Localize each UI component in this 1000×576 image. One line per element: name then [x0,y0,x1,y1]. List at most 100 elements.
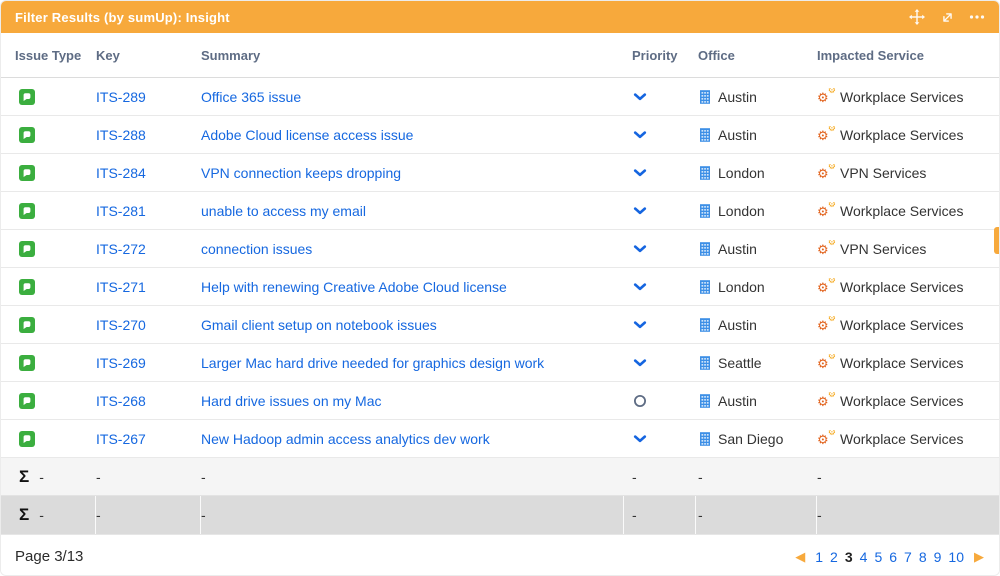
service-gears-icon: ⚙⚙ [817,278,836,295]
titlebar-actions [908,8,985,26]
sum-row-total: Σ - - - - - - [1,496,999,534]
column-header-impacted-service[interactable]: Impacted Service [817,48,999,63]
impacted-service-name: Workplace Services [840,279,963,295]
issue-key-link[interactable]: ITS-284 [96,165,146,181]
issue-key-link[interactable]: ITS-272 [96,241,146,257]
sum-office: - [698,507,703,523]
table-row: ITS-271 Help with renewing Creative Adob… [1,268,999,306]
column-header-key[interactable]: Key [96,48,201,63]
table-row: ITS-289 Office 365 issue Austin ⚙⚙ Wor [1,78,999,116]
pagination-page[interactable]: 9 [934,549,942,565]
service-request-icon [19,355,35,371]
service-gears-icon: ⚙⚙ [817,88,836,105]
table-row: ITS-281 unable to access my email London… [1,192,999,230]
impacted-service-name: Workplace Services [840,317,963,333]
sigma-symbol: Σ [19,467,29,487]
service-gears-icon: ⚙⚙ [817,202,836,219]
issue-summary-link[interactable]: connection issues [201,241,312,257]
service-request-icon [19,89,35,105]
pagination-page[interactable]: 10 [948,549,964,565]
pagination-next-button[interactable]: ▶ [971,550,987,563]
table-row: ITS-270 Gmail client setup on notebook i… [1,306,999,344]
priority-low-icon [632,355,648,371]
issue-summary-link[interactable]: VPN connection keeps dropping [201,165,401,181]
filter-results-gadget: Filter Results (by sumUp): Insight [0,0,1000,576]
pagination-prev-button[interactable]: ◀ [792,550,808,563]
priority-low-icon [632,279,648,295]
service-request-icon [19,431,35,447]
issue-key-link[interactable]: ITS-288 [96,127,146,143]
office-building-icon [698,431,712,447]
priority-low-icon [632,89,648,105]
issue-key-link[interactable]: ITS-268 [96,393,146,409]
issue-summary-link[interactable]: Gmail client setup on notebook issues [201,317,437,333]
issue-summary-link[interactable]: Help with renewing Creative Adobe Cloud … [201,279,507,295]
gadget-footer: Page 3/13 ◀ 123456789 10 ▶ [1,534,999,576]
pagination: ◀ 123456789 10 ▶ [792,549,987,565]
office-name: Austin [718,89,757,105]
issue-key-link[interactable]: ITS-269 [96,355,146,371]
table-row: ITS-268 Hard drive issues on my Mac Aust… [1,382,999,420]
issue-key-link[interactable]: ITS-271 [96,279,146,295]
more-options-icon[interactable] [969,9,985,25]
issue-key-link[interactable]: ITS-281 [96,203,146,219]
sum-summary: - [201,507,206,523]
gadget-titlebar: Filter Results (by sumUp): Insight [1,1,999,33]
pagination-page[interactable]: 1 [815,549,823,565]
column-header-priority[interactable]: Priority [624,48,696,63]
sum-issue-type: - [39,469,44,485]
sum-key: - [96,469,101,485]
sum-issue-type: - [39,507,44,523]
table-row: ITS-284 VPN connection keeps dropping Lo… [1,154,999,192]
service-gears-icon: ⚙⚙ [817,126,836,143]
issue-summary-link[interactable]: Adobe Cloud license access issue [201,127,413,143]
impacted-service-name: Workplace Services [840,203,963,219]
issue-summary-link[interactable]: New Hadoop admin access analytics dev wo… [201,431,490,447]
priority-low-icon [632,165,648,181]
service-request-icon [19,279,35,295]
scrollbar-thumb[interactable] [994,227,999,254]
impacted-service-name: Workplace Services [840,89,963,105]
column-header-issue-type[interactable]: Issue Type [1,48,96,63]
pagination-page-current[interactable]: 3 [845,549,853,565]
sum-key: - [96,507,101,523]
office-building-icon [698,127,712,143]
priority-none-icon [632,393,648,409]
office-building-icon [698,89,712,105]
office-name: San Diego [718,431,783,447]
issue-key-link[interactable]: ITS-289 [96,89,146,105]
office-name: Austin [718,393,757,409]
issue-summary-link[interactable]: Larger Mac hard drive needed for graphic… [201,355,544,371]
issue-key-link[interactable]: ITS-267 [96,431,146,447]
sum-priority: - [632,469,637,485]
expand-icon[interactable] [940,10,955,25]
sum-impacted-service: - [817,469,822,485]
pagination-page[interactable]: 4 [860,549,868,565]
issue-summary-link[interactable]: Hard drive issues on my Mac [201,393,382,409]
pagination-page[interactable]: 2 [830,549,838,565]
issue-summary-link[interactable]: unable to access my email [201,203,366,219]
impacted-service-name: Workplace Services [840,355,963,371]
impacted-service-name: VPN Services [840,241,926,257]
pagination-page[interactable]: 6 [889,549,897,565]
page-indicator: Page 3/13 [15,548,83,565]
column-header-office[interactable]: Office [696,48,817,63]
pagination-page[interactable]: 8 [919,549,927,565]
column-header-summary[interactable]: Summary [201,48,624,63]
move-icon[interactable] [908,8,926,26]
office-building-icon [698,203,712,219]
office-name: London [718,165,765,181]
pagination-page[interactable]: 7 [904,549,912,565]
office-name: Austin [718,317,757,333]
office-building-icon [698,317,712,333]
priority-low-icon [632,241,648,257]
sum-summary: - [201,469,206,485]
issue-key-link[interactable]: ITS-270 [96,317,146,333]
issue-summary-link[interactable]: Office 365 issue [201,89,301,105]
office-name: Seattle [718,355,762,371]
priority-low-icon [632,431,648,447]
sum-office: - [698,469,703,485]
impacted-service-name: VPN Services [840,165,926,181]
pagination-page[interactable]: 5 [874,549,882,565]
service-request-icon [19,203,35,219]
